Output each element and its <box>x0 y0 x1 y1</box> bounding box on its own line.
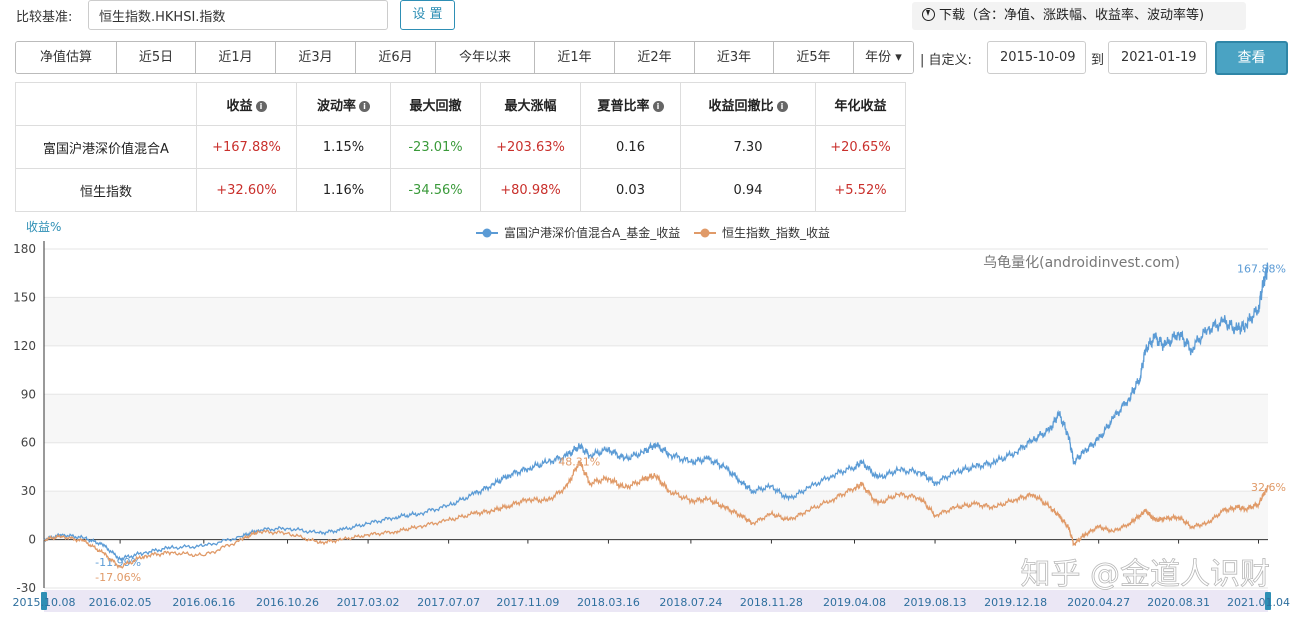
series-end-label: 32.6% <box>1251 481 1286 494</box>
stats-table: 收益 i 波动率 i 最大回撤 最大涨幅 夏普比率 i 收益回撤比 i 年化收益 富国沪… <box>15 82 906 212</box>
x-tick-label: 2017.07.07 <box>417 596 480 609</box>
series-min-label: -17.06% <box>95 571 141 584</box>
y-tick-label: 90 <box>21 387 36 401</box>
period-6m[interactable]: 近6月 <box>356 42 436 73</box>
legend-marker <box>482 228 492 238</box>
x-tick-label: 2020.08.31 <box>1147 596 1210 609</box>
info-icon[interactable]: i <box>776 100 788 112</box>
period-selector: 净值估算 近5日 近1月 近3月 近6月 今年以来 近1年 近2年 近3年 近5… <box>15 41 914 74</box>
info-icon[interactable]: i <box>255 100 267 112</box>
to-label: 到 <box>1091 53 1105 68</box>
return-drawdown-ratio-cell: 7.30 <box>680 125 816 169</box>
y-tick-label: 120 <box>13 339 36 353</box>
period-1m[interactable]: 近1月 <box>196 42 276 73</box>
start-date-input[interactable]: 2015-10-09 <box>987 41 1086 74</box>
x-tick-label: 2019.08.13 <box>904 596 967 609</box>
x-tick-label: 2020.04.27 <box>1067 596 1130 609</box>
volatility-cell: 1.16% <box>296 168 391 212</box>
x-tick-label: 2019.04.08 <box>823 596 886 609</box>
table-row: 富国沪港深价值混合A +167.88% 1.15% -23.01% +203.6… <box>15 125 906 169</box>
annualized-return-cell: +5.52% <box>815 168 906 212</box>
download-circle-icon <box>922 8 935 21</box>
download-label: 下载（含：净值、涨跌幅、收益率、波动率等) <box>939 8 1205 23</box>
x-tick-label: 2016.02.05 <box>89 596 152 609</box>
period-5d[interactable]: 近5日 <box>117 42 196 73</box>
stats-header: 波动率 i <box>296 82 391 126</box>
y-tick-label: -30 <box>16 581 36 595</box>
benchmark-input[interactable]: 恒生指数.HKHSI.指数 <box>88 0 388 30</box>
top-bar: 比较基准: 恒生指数.HKHSI.指数 设 置 下载（含：净值、涨跌幅、收益率、… <box>0 0 1305 36</box>
period-ytd[interactable]: 今年以来 <box>436 42 535 73</box>
stats-header-blank <box>15 82 197 126</box>
legend-item-label: 富国沪港深价值混合A_基金_收益 <box>504 225 680 240</box>
benchmark-label: 比较基准: <box>16 10 73 25</box>
max-drawdown-cell: -23.01% <box>390 125 481 169</box>
return-cell: +32.60% <box>196 168 297 212</box>
settings-button[interactable]: 设 置 <box>400 0 455 30</box>
annualized-return-cell: +20.65% <box>815 125 906 169</box>
period-2y[interactable]: 近2年 <box>615 42 695 73</box>
period-estimate[interactable]: 净值估算 <box>16 42 117 73</box>
stats-header: 最大回撤 <box>390 82 481 126</box>
info-icon[interactable]: i <box>652 100 664 112</box>
stats-header-row: 收益 i 波动率 i 最大回撤 最大涨幅 夏普比率 i 收益回撤比 i 年化收益 <box>15 82 906 126</box>
volatility-cell: 1.15% <box>296 125 391 169</box>
x-tick-label: 2015.10.08 <box>13 596 76 609</box>
stats-header: 最大涨幅 <box>480 82 581 126</box>
fund-name-cell: 富国沪港深价值混合A <box>15 125 197 169</box>
y-tick-label: 150 <box>13 290 36 304</box>
return-chart[interactable]: -30 0 30 60 90 120 150 180 收益% 乌龟量化(androidinvest… <box>0 212 1305 623</box>
x-tick-label: 2018.03.16 <box>577 596 640 609</box>
return-cell: +167.88% <box>196 125 297 169</box>
overlay-watermark: 知乎 @金道人识财 <box>1020 557 1270 592</box>
period-3y[interactable]: 近3年 <box>695 42 774 73</box>
return-drawdown-ratio-cell: 0.94 <box>680 168 816 212</box>
x-tick-label: 2016.06.16 <box>172 596 235 609</box>
index-name-cell: 恒生指数 <box>15 168 197 212</box>
y-tick-label: 180 <box>13 242 36 256</box>
x-tick-label: 2017.11.09 <box>496 596 559 609</box>
query-button[interactable]: 查看 <box>1215 41 1288 75</box>
download-button[interactable]: 下载（含：净值、涨跌幅、收益率、波动率等) <box>912 2 1246 30</box>
legend-item-label: 恒生指数_指数_收益 <box>722 225 830 240</box>
x-tick-label: 2018.11.28 <box>740 596 803 609</box>
sharpe-cell: 0.03 <box>580 168 681 212</box>
series-end-label: 167.88% <box>1237 263 1286 276</box>
x-tick-label: 2021.01.04 <box>1227 596 1290 609</box>
y-axis-title: 收益% <box>26 220 61 234</box>
grid-band <box>44 394 1268 443</box>
end-date-input[interactable]: 2021-01-19 <box>1108 41 1207 74</box>
y-tick-label: 60 <box>21 436 36 450</box>
info-icon[interactable]: i <box>359 100 370 112</box>
watermark-text: 乌龟量化(androidinvest.com) <box>983 255 1180 271</box>
y-tick-label: 30 <box>21 484 36 498</box>
x-tick-label: 2016.10.26 <box>256 596 319 609</box>
legend-marker <box>700 228 710 238</box>
period-5y[interactable]: 近5年 <box>774 42 854 73</box>
period-1y[interactable]: 近1年 <box>535 42 615 73</box>
y-tick-label: 0 <box>28 533 36 547</box>
table-row: 恒生指数 +32.60% 1.16% -34.56% +80.98% 0.03 … <box>15 168 906 212</box>
grid-band <box>44 491 1268 540</box>
stats-header: 夏普比率 i <box>580 82 681 126</box>
max-gain-cell: +80.98% <box>480 168 581 212</box>
stats-header: 收益 i <box>196 82 297 126</box>
sharpe-cell: 0.16 <box>580 125 681 169</box>
period-year-dropdown[interactable]: 年份 ▾ <box>854 42 913 73</box>
series-max-label: 48.31% <box>558 456 600 469</box>
custom-range-label: | 自定义: <box>920 53 972 68</box>
stats-header: 年化收益 <box>815 82 906 126</box>
x-tick-label: 2017.03.02 <box>337 596 400 609</box>
grid-band <box>44 297 1268 346</box>
x-tick-label: 2019.12.18 <box>984 596 1047 609</box>
max-drawdown-cell: -34.56% <box>390 168 481 212</box>
stats-header: 收益回撤比 i <box>680 82 816 126</box>
period-3m[interactable]: 近3月 <box>276 42 356 73</box>
x-tick-label: 2018.07.24 <box>659 596 722 609</box>
max-gain-cell: +203.63% <box>480 125 581 169</box>
